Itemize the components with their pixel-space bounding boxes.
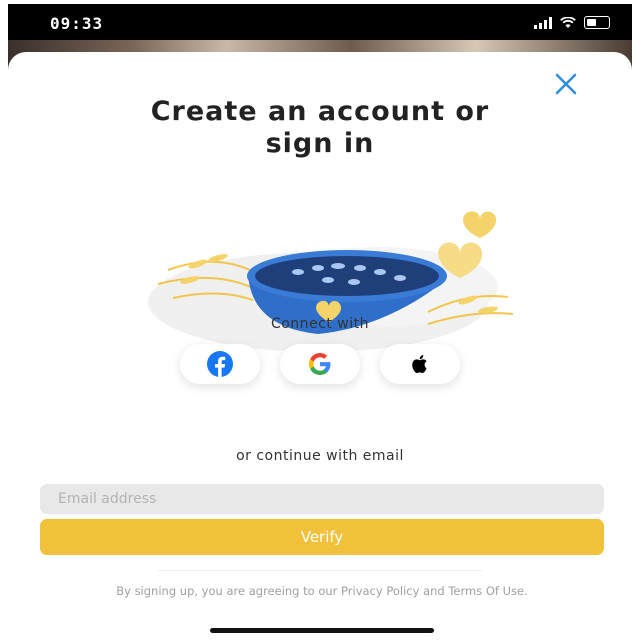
title-line-1: Create an account or	[150, 96, 490, 127]
home-indicator	[210, 628, 434, 633]
status-time: 09:33	[50, 14, 104, 33]
phone-screen: 09:33 Create an account or sign in Conne…	[8, 4, 632, 640]
divider	[158, 570, 482, 571]
google-login-button[interactable]	[280, 344, 360, 384]
wifi-icon	[560, 16, 576, 28]
facebook-login-button[interactable]	[180, 344, 260, 384]
status-icons	[534, 16, 610, 29]
battery-icon	[584, 16, 610, 29]
connect-with-label: Connect with	[270, 316, 370, 332]
apple-icon	[412, 355, 427, 374]
google-icon	[309, 353, 331, 375]
auth-sheet: Create an account or sign in Connect wit…	[8, 52, 632, 640]
email-input[interactable]	[40, 484, 604, 514]
legal-disclaimer: By signing up, you are agreeing to our P…	[116, 584, 528, 598]
bowl-illustration	[148, 211, 514, 352]
social-login-row	[8, 344, 632, 404]
title-line-2: sign in	[265, 128, 375, 159]
close-icon[interactable]	[552, 70, 580, 98]
facebook-icon	[207, 351, 233, 377]
page-title: Create an account or sign in	[68, 96, 572, 160]
apple-login-button[interactable]	[380, 344, 460, 384]
or-continue-with-email-label: or continue with email	[236, 448, 404, 464]
status-bar: 09:33	[8, 4, 632, 44]
cellular-signal-icon	[534, 16, 552, 29]
verify-button[interactable]: Verify	[40, 519, 604, 555]
